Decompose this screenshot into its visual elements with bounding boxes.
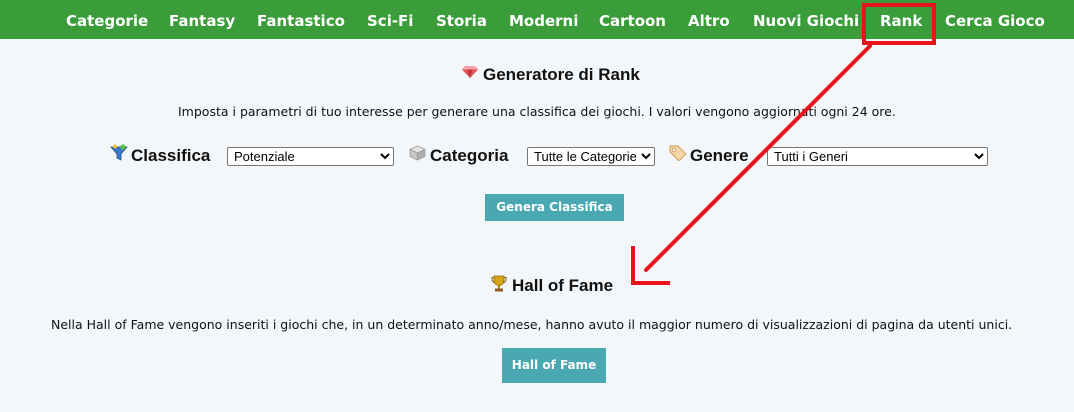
- cube-icon: [409, 145, 426, 161]
- nav-item-cartoon[interactable]: Cartoon: [599, 0, 666, 39]
- nav-item-rank[interactable]: Rank: [880, 0, 922, 39]
- nav-item-nuovi-giochi[interactable]: Nuovi Giochi: [753, 0, 859, 39]
- genera-classifica-button[interactable]: Genera Classifica: [485, 194, 624, 221]
- trophy-icon: [491, 275, 507, 292]
- nav-item-fantasy[interactable]: Fantasy: [169, 0, 235, 39]
- classifica-select[interactable]: Potenziale: [227, 147, 394, 166]
- top-navigation: Categorie Fantasy Fantastico Sci-Fi Stor…: [0, 0, 1074, 39]
- classifica-label: Classifica: [131, 146, 211, 165]
- genere-select[interactable]: Tutti i Generi: [767, 147, 988, 166]
- genere-label: Genere: [690, 146, 749, 165]
- funnel-icon: [110, 144, 128, 161]
- nav-item-fantastico[interactable]: Fantastico: [257, 0, 345, 39]
- hall-of-fame-title: Hall of Fame: [512, 276, 614, 295]
- nav-item-cerca-gioco[interactable]: Cerca Gioco: [945, 0, 1045, 39]
- nav-item-altro[interactable]: Altro: [688, 0, 730, 39]
- nav-item-storia[interactable]: Storia: [436, 0, 487, 39]
- hall-of-fame-button[interactable]: Hall of Fame: [502, 348, 606, 383]
- categoria-label: Categoria: [430, 146, 509, 165]
- gem-icon: [462, 66, 478, 78]
- hall-of-fame-description: Nella Hall of Fame vengono inseriti i gi…: [51, 317, 1013, 332]
- nav-item-categorie[interactable]: Categorie: [66, 0, 148, 39]
- tag-icon: [669, 145, 687, 161]
- nav-item-moderni[interactable]: Moderni: [509, 0, 578, 39]
- rank-description: Imposta i parametri di tuo interesse per…: [178, 104, 896, 119]
- categoria-select[interactable]: Tutte le Categorie: [527, 147, 655, 166]
- rank-title: Generatore di Rank: [483, 65, 640, 84]
- nav-item-sci-fi[interactable]: Sci-Fi: [367, 0, 413, 39]
